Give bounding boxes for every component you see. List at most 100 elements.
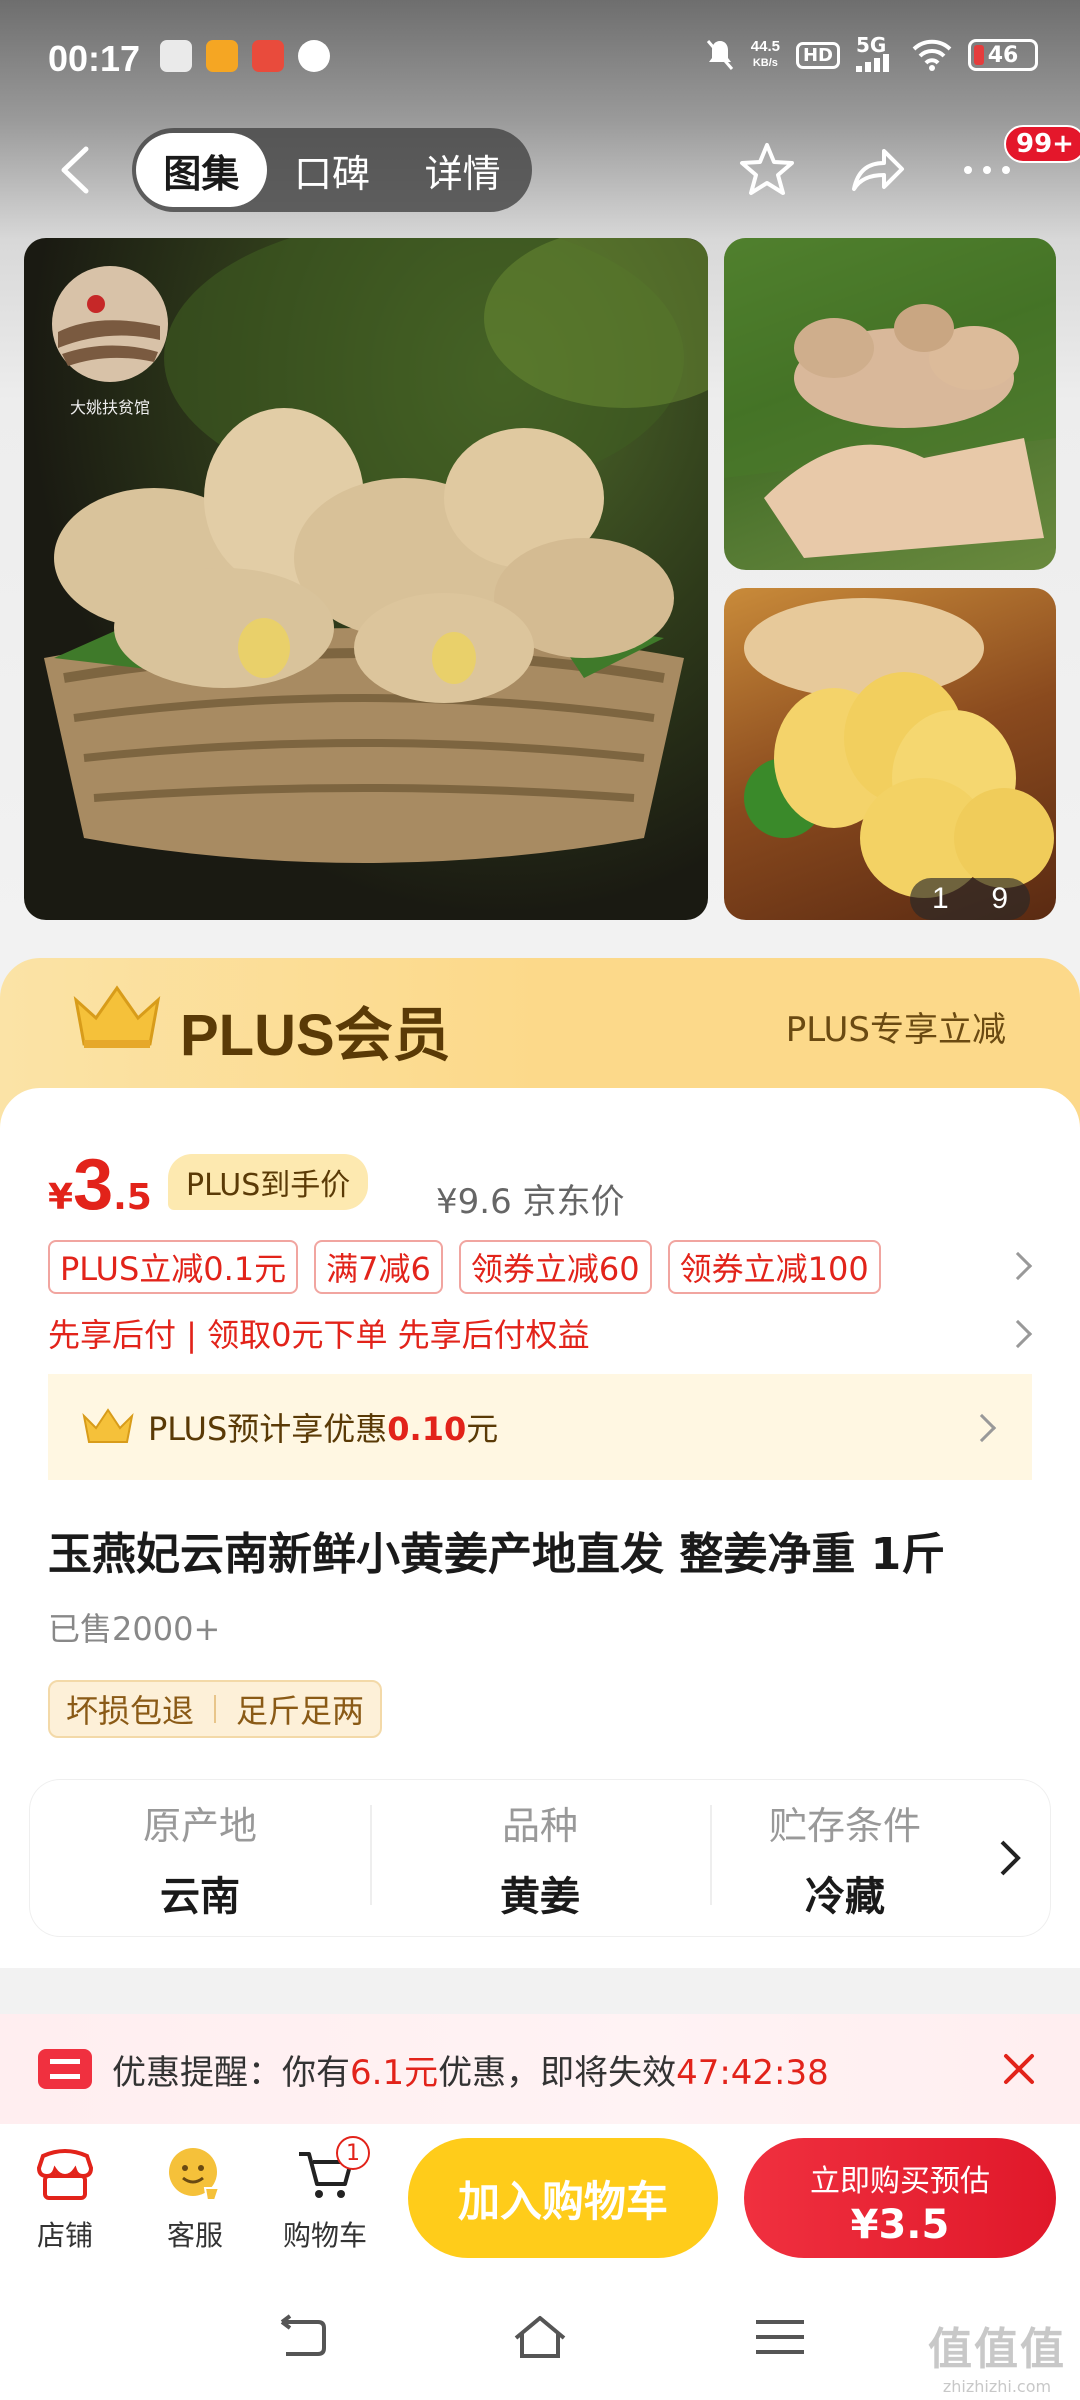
gallery-app-icon xyxy=(160,40,192,72)
attribute-variety: 品种 黄姜 xyxy=(370,1795,710,1922)
ginger-field-illustration xyxy=(724,238,1056,558)
buy-now-button[interactable]: 立即购买预估 ¥3.5 xyxy=(744,2138,1056,2258)
system-navigation-bar: 值值值 zhizhizhi.com xyxy=(0,2274,1080,2400)
shop-icon xyxy=(36,2149,94,2200)
message-count-badge: 99+ xyxy=(1004,125,1080,163)
price-display: ¥ 3 .5 xyxy=(48,1144,152,1226)
shopping-app-icon xyxy=(252,40,284,72)
plus-savings-chevron-icon xyxy=(967,1413,997,1443)
close-icon[interactable] xyxy=(1000,2050,1038,2088)
product-info-card: ¥ 3 .5 PLUS到手价 ¥9.6 京东价 PLUS立减0.1元 满7减6 … xyxy=(0,1088,1080,1968)
service-tags[interactable]: 坏损包退 足斤足两 xyxy=(48,1680,383,1738)
thumb-ginger-in-hand[interactable] xyxy=(724,238,1056,570)
signal-icon xyxy=(856,54,889,72)
price-decimal: .5 xyxy=(113,1177,152,1218)
top-nav-bar: 图集 口碑 详情 99+ xyxy=(0,125,1080,215)
net-speed-unit: KB/s xyxy=(752,57,778,69)
ginger-slices-illustration xyxy=(744,598,1054,898)
tab-gallery[interactable]: 图集 xyxy=(136,133,267,207)
price-integer: 3 xyxy=(73,1145,114,1225)
attribute-key: 原产地 xyxy=(142,1803,257,1848)
coupon-tag[interactable]: PLUS立减0.1元 xyxy=(48,1240,299,1294)
signal-label: 5G xyxy=(856,33,887,57)
tab-details[interactable]: 详情 xyxy=(397,133,528,207)
shop-logo: 大姚扶贫馆 xyxy=(48,262,172,418)
star-favorite-icon[interactable] xyxy=(736,139,798,201)
tab-reviews[interactable]: 口碑 xyxy=(267,133,398,207)
service-tag-divider xyxy=(214,1695,217,1723)
service-tag: 足斤足两 xyxy=(236,1692,365,1730)
reminder-amount: 6.1元 xyxy=(350,2052,439,2093)
cart-count-badge: 1 xyxy=(336,2136,370,2170)
system-back-icon[interactable] xyxy=(272,2312,332,2362)
shop-label: 店铺 xyxy=(36,2219,93,2252)
main-product-image[interactable]: 大姚扶贫馆 xyxy=(24,238,708,920)
cart-label: 购物车 xyxy=(282,2219,367,2252)
plus-banner-subtitle: PLUS专享立减 xyxy=(785,1010,1006,1050)
game-app-icon xyxy=(206,40,238,72)
attribute-key: 品种 xyxy=(501,1803,578,1848)
pay-later-row[interactable]: 先享后付 | 领取0元下单 先享后付权益 xyxy=(48,1310,590,1356)
section-tabs: 图集 口碑 详情 xyxy=(132,128,532,212)
bottom-action-bar: 店铺 客服 1 购物车 加入购物车 立即购买预估 ¥3.5 xyxy=(0,2124,1080,2274)
customer-service-button[interactable]: 客服 xyxy=(140,2142,250,2254)
customer-service-label: 客服 xyxy=(166,2219,223,2252)
attribute-key: 贮存条件 xyxy=(768,1803,921,1848)
back-arrow-icon[interactable] xyxy=(50,143,104,197)
shop-logo-icon xyxy=(52,266,168,382)
buy-now-label: 立即购买预估 xyxy=(810,2164,990,2199)
pay-later-chevron-icon[interactable] xyxy=(1003,1319,1033,1349)
sold-count: 已售2000+ xyxy=(48,1610,221,1648)
message-app-icon xyxy=(298,40,330,72)
signal-5g: 5G xyxy=(856,33,896,74)
reminder-text: 优惠提醒：你有6.1元优惠，即将失效47:42:38 xyxy=(112,2045,829,2094)
reminder-prefix: 优惠提醒：你有 xyxy=(112,2052,350,2093)
add-to-cart-button[interactable]: 加入购物车 xyxy=(408,2138,718,2258)
plus-savings-text: PLUS预计享优惠0.10元 xyxy=(148,1404,498,1450)
cart-button[interactable]: 1 购物车 xyxy=(270,2136,380,2254)
status-bar: 00:17 44.5 KB/s HD 5G 46 xyxy=(0,0,1080,118)
attributes-chevron-icon[interactable] xyxy=(998,1838,1022,1878)
share-icon[interactable] xyxy=(846,139,908,201)
price-currency: ¥ xyxy=(48,1177,74,1218)
attribute-value: 冷藏 xyxy=(805,1873,885,1920)
plus-savings-suffix: 元 xyxy=(466,1410,499,1448)
coupon-list: PLUS立减0.1元 满7减6 领券立减60 领券立减100 xyxy=(48,1240,881,1294)
watermark-sub: zhizhizhi.com xyxy=(942,2377,1052,2396)
crown-small-icon xyxy=(82,1408,134,1443)
thumb-ginger-slices[interactable]: 1 9 xyxy=(724,588,1056,920)
image-counter-current: 1 xyxy=(931,882,949,915)
plus-savings-row[interactable]: PLUS预计享优惠0.10元 xyxy=(48,1374,1032,1480)
reminder-countdown: 47:42:38 xyxy=(676,2052,829,2093)
product-attributes[interactable]: 原产地 云南 品种 黄姜 贮存条件 冷藏 xyxy=(30,1780,1050,1936)
coupon-tag[interactable]: 满7减6 xyxy=(314,1240,443,1294)
plus-banner-title: PLUS会员 xyxy=(180,1003,451,1068)
watermark-main: 值值值 xyxy=(928,2324,1066,2375)
image-counter-total: 9 xyxy=(991,882,1008,915)
attribute-storage: 贮存条件 冷藏 xyxy=(710,1795,980,1922)
notification-icons xyxy=(160,40,330,72)
mute-icon xyxy=(706,40,733,70)
coupon-more-chevron-icon[interactable] xyxy=(1003,1251,1033,1281)
coupon-tag[interactable]: 领券立减60 xyxy=(458,1240,652,1294)
reminder-middle: 优惠，即将失效 xyxy=(438,2052,677,2093)
battery-level: 46 xyxy=(987,42,1019,68)
attribute-origin: 原产地 云南 xyxy=(30,1795,370,1922)
crown-icon xyxy=(73,985,161,1048)
net-speed: 44.5 KB/s xyxy=(751,39,780,71)
coupon-tag[interactable]: 领券立减100 xyxy=(667,1240,881,1294)
plus-savings-amount: 0.10 xyxy=(387,1410,467,1448)
status-time: 00:17 xyxy=(48,38,141,79)
shop-button[interactable]: 店铺 xyxy=(10,2142,120,2254)
discount-reminder-bar[interactable]: 优惠提醒：你有6.1元优惠，即将失效47:42:38 xyxy=(0,2014,1080,2124)
system-menu-icon[interactable] xyxy=(750,2312,810,2362)
attribute-value: 云南 xyxy=(160,1873,240,1920)
site-watermark: 值值值 zhizhizhi.com xyxy=(928,2313,1066,2396)
coupon-reminder-icon xyxy=(38,2049,92,2089)
battery-indicator: 46 xyxy=(968,39,1038,71)
system-home-icon[interactable] xyxy=(510,2312,570,2362)
product-title: 玉燕妃云南新鲜小黄姜产地直发 整姜净重 1斤 xyxy=(48,1529,946,1580)
net-speed-value: 44.5 xyxy=(750,38,780,55)
jd-reference-price: ¥9.6 京东价 xyxy=(436,1182,625,1222)
image-gallery: 大姚扶贫馆 1 9 xyxy=(24,238,1056,920)
